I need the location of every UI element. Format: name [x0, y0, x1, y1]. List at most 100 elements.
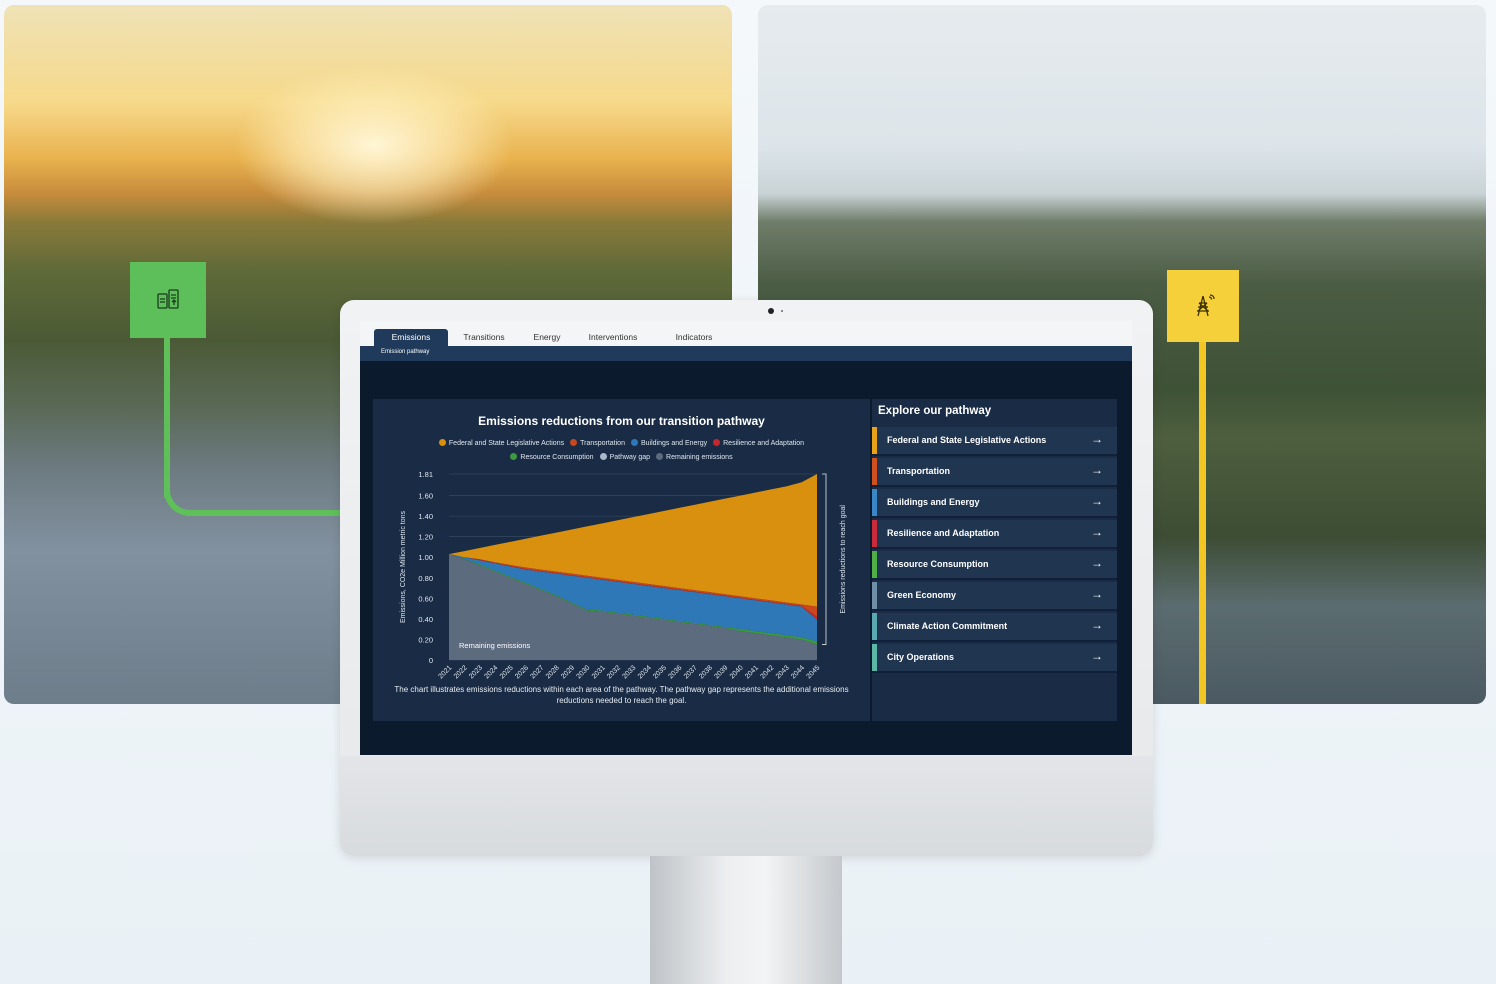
legend-item[interactable]: Buildings and Energy: [630, 439, 708, 447]
bracket-label: Emissions reductions to reach goal: [840, 505, 847, 614]
y-tick-label: 1.60: [418, 492, 433, 501]
arrow-right-icon: →: [1091, 587, 1103, 601]
explore-item-transportation[interactable]: Transportation →: [872, 458, 1117, 487]
power-tower-icon: [1167, 270, 1239, 342]
explore-item-climate-action-commitment[interactable]: Climate Action Commitment →: [872, 613, 1117, 642]
explore-item-buildings-and-energy[interactable]: Buildings and Energy →: [872, 489, 1117, 518]
legend-label: Remaining emissions: [666, 454, 733, 461]
green-connector-line-horizontal: [200, 510, 345, 516]
legend-item[interactable]: Resilience and Adaptation: [713, 439, 804, 447]
y-tick-label: 0.80: [418, 574, 433, 583]
explore-title: Explore our pathway: [878, 405, 992, 417]
legend-item[interactable]: Remaining emissions: [656, 453, 733, 461]
tab-bar: Emissions Transitions Energy Interventio…: [360, 321, 1132, 346]
y-tick-label: 1.20: [418, 533, 433, 542]
yellow-connector-line: [1199, 342, 1206, 704]
y-tick-label: 0.60: [418, 594, 433, 603]
x-tick-label: 2029: [560, 664, 576, 680]
arrow-right-icon: →: [1091, 525, 1103, 539]
arrow-right-icon: →: [1091, 494, 1103, 508]
legend-label: Resource Consumption: [520, 454, 594, 461]
x-tick-label: 2034: [637, 664, 653, 680]
tab-interventions[interactable]: Interventions: [582, 329, 644, 346]
arrow-right-icon: →: [1091, 463, 1103, 477]
x-tick-label: 2035: [652, 664, 668, 680]
camera-icon: [768, 308, 774, 314]
legend-item[interactable]: Federal and State Legislative Actions: [438, 439, 565, 447]
legend-swatch: [599, 453, 607, 460]
arrow-right-icon: →: [1091, 649, 1103, 663]
subtab-bar: Emission pathway: [360, 346, 1132, 361]
legend-label: Federal and State Legislative Actions: [448, 440, 565, 447]
explore-item-label: Federal and State Legislative Actions: [887, 435, 1047, 445]
tab-emissions[interactable]: Emissions: [374, 329, 448, 346]
tab-indicators[interactable]: Indicators: [664, 329, 724, 346]
y-tick-label: 0.20: [418, 635, 433, 644]
x-tick-label: 2033: [621, 664, 637, 680]
explore-item-color-bar: [872, 458, 877, 485]
emissions-chart: 0 0.20 0.40 0.60 0.80 1.00 1.20 1.40 1.60 1.81 Emi…: [400, 470, 847, 680]
legend-swatch: [438, 439, 446, 446]
monitor-chin: [340, 756, 1153, 856]
remaining-emissions-label: Remaining emissions: [459, 641, 531, 650]
explore-item-color-bar: [872, 489, 877, 516]
legend-label: Buildings and Energy: [640, 440, 708, 447]
x-tick-label: 2024: [483, 664, 499, 680]
arrow-right-icon: →: [1091, 618, 1103, 632]
explore-item-label: Resource Consumption: [887, 559, 989, 569]
dashboard-screen: Emissions Transitions Energy Interventio…: [360, 321, 1132, 755]
explore-item-label: Resilience and Adaptation: [887, 528, 1000, 538]
legend-item[interactable]: Transportation: [570, 439, 625, 447]
legend-swatch: [510, 453, 518, 460]
chart-legend-row-2: Resource Consumption Pathway gap Remaining…: [373, 453, 870, 461]
arrow-right-icon: →: [1091, 432, 1103, 446]
x-tick-label: 2044: [790, 664, 806, 680]
subtab-emission-pathway[interactable]: Emission pathway: [381, 349, 429, 355]
x-tick-label: 2031: [591, 664, 607, 680]
x-tick-label: 2042: [759, 664, 775, 680]
x-tick-label: 2030: [575, 664, 591, 680]
chart-caption: The chart illustrates emissions reductio…: [394, 685, 849, 705]
legend-label: Transportation: [580, 440, 625, 447]
x-tick-label: 2043: [775, 664, 791, 680]
document-recycle-icon: [130, 262, 206, 338]
explore-item-color-bar: [872, 520, 877, 547]
x-tick-label: 2026: [514, 664, 530, 680]
green-connector-line: [164, 338, 170, 498]
explore-item-color-bar: [872, 644, 877, 671]
y-tick-label: 0: [429, 656, 433, 665]
explore-item-green-economy[interactable]: Green Economy →: [872, 582, 1117, 611]
legend-item[interactable]: Resource Consumption: [510, 453, 594, 461]
legend-swatch: [656, 453, 664, 460]
x-tick-label: 2038: [698, 664, 714, 680]
x-tick-label: 2032: [606, 664, 622, 680]
explore-item-color-bar: [872, 613, 877, 640]
x-tick-label: 2028: [545, 664, 561, 680]
explore-item-resource-consumption[interactable]: Resource Consumption →: [872, 551, 1117, 580]
arrow-right-icon: →: [1091, 556, 1103, 570]
chart-legend-row-1: Federal and State Legislative Actions Tra…: [373, 439, 870, 447]
y-tick-label: 1.00: [418, 553, 433, 562]
chart-title: Emissions reductions from our transition…: [478, 414, 765, 428]
explore-item-label: Green Economy: [887, 590, 957, 600]
explore-item-city-operations[interactable]: City Operations →: [872, 644, 1117, 673]
y-axis-label: Emissions, CO2e Million metric tons: [400, 510, 407, 623]
x-tick-label: 2025: [499, 664, 515, 680]
tab-energy[interactable]: Energy: [525, 329, 569, 346]
x-tick-label: 2045: [805, 664, 821, 680]
x-tick-label: 2027: [529, 664, 545, 680]
explore-item-label: Transportation: [887, 466, 951, 476]
tab-transitions[interactable]: Transitions: [456, 329, 512, 346]
explore-item-resilience-and-adaptation[interactable]: Resilience and Adaptation →: [872, 520, 1117, 549]
explore-item-label: City Operations: [887, 652, 955, 662]
x-tick-label: 2040: [729, 664, 745, 680]
chart-panel: 0 0.20 0.40 0.60 0.80 1.00 1.20 1.40 1.60 1.81 Emi…: [373, 399, 870, 721]
x-tick-label: 2041: [744, 664, 760, 680]
legend-item[interactable]: Pathway gap: [599, 453, 650, 461]
x-tick-label: 2039: [713, 664, 729, 680]
legend-label: Resilience and Adaptation: [723, 440, 805, 447]
explore-item-federal-and-state-legislative-actions[interactable]: Federal and State Legislative Actions →: [872, 427, 1117, 456]
explore-item-color-bar: [872, 582, 877, 609]
x-tick-label: 2037: [683, 664, 699, 680]
y-tick-label: 1.40: [418, 512, 433, 521]
